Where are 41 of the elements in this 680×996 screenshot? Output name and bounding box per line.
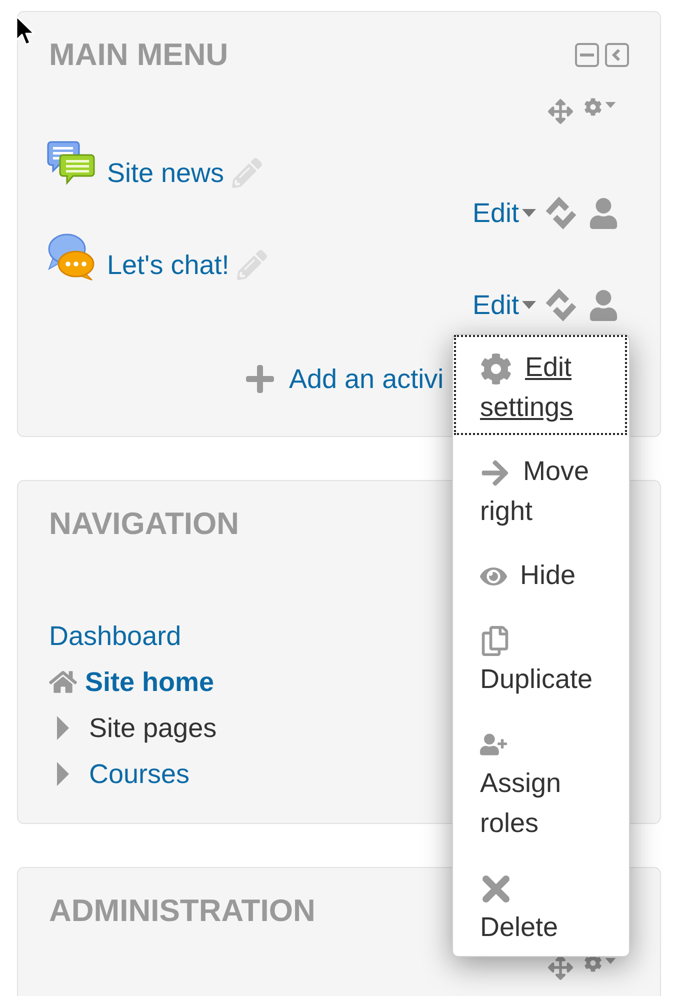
up-down-chevrons-icon[interactable] [544, 196, 578, 230]
gear-icon[interactable] [584, 954, 602, 972]
add-activity-link[interactable]: Add an activi [289, 359, 444, 399]
gear-icon [480, 352, 512, 385]
menu-item[interactable]: Move right [454, 439, 627, 539]
move-arrows-icon[interactable] [548, 99, 573, 124]
nav-link[interactable]: Courses [89, 751, 190, 797]
home-icon [49, 668, 77, 696]
caret-icon[interactable] [605, 102, 616, 108]
nav-link[interactable]: Dashboard [49, 613, 182, 659]
activity-link[interactable]: Let's chat! [107, 245, 230, 285]
block-title: MAIN MENU [49, 36, 228, 74]
person-icon[interactable] [588, 290, 619, 320]
gear-icon[interactable] [584, 98, 602, 116]
activity-link[interactable]: Site news [107, 153, 224, 193]
menu-item[interactable]: Edit settings [454, 335, 627, 435]
expand-triangle-icon[interactable] [57, 762, 69, 786]
person-plus-icon [480, 731, 507, 758]
menu-item[interactable]: Duplicate [454, 607, 627, 707]
edit-menu-link[interactable]: Edit [472, 285, 536, 325]
menu-item[interactable]: Hide [454, 543, 627, 603]
arrow-right-icon [480, 458, 510, 488]
caret-icon [522, 209, 536, 217]
chat-bubbles-icon [47, 233, 95, 281]
person-icon[interactable] [588, 198, 619, 228]
documents-icon [480, 626, 510, 656]
move-arrows-icon[interactable] [548, 955, 573, 980]
minus-square-icon[interactable] [575, 43, 599, 67]
x-icon [480, 872, 512, 905]
up-down-chevrons-icon[interactable] [544, 288, 578, 322]
menu-item[interactable]: Delete [454, 855, 627, 955]
caret-icon [522, 301, 536, 309]
menu-item[interactable]: Assign roles [454, 711, 627, 851]
expand-triangle-icon[interactable] [57, 716, 69, 740]
nav-link[interactable]: Site home [85, 659, 214, 705]
plus-icon [244, 363, 276, 395]
block-title: NAVIGATION [49, 505, 240, 543]
edit-menu-link[interactable]: Edit [472, 193, 536, 233]
block-title: ADMINISTRATION [49, 892, 316, 930]
nav-item[interactable]: Site pages [89, 705, 217, 751]
chevron-left-square-icon[interactable] [605, 43, 629, 67]
